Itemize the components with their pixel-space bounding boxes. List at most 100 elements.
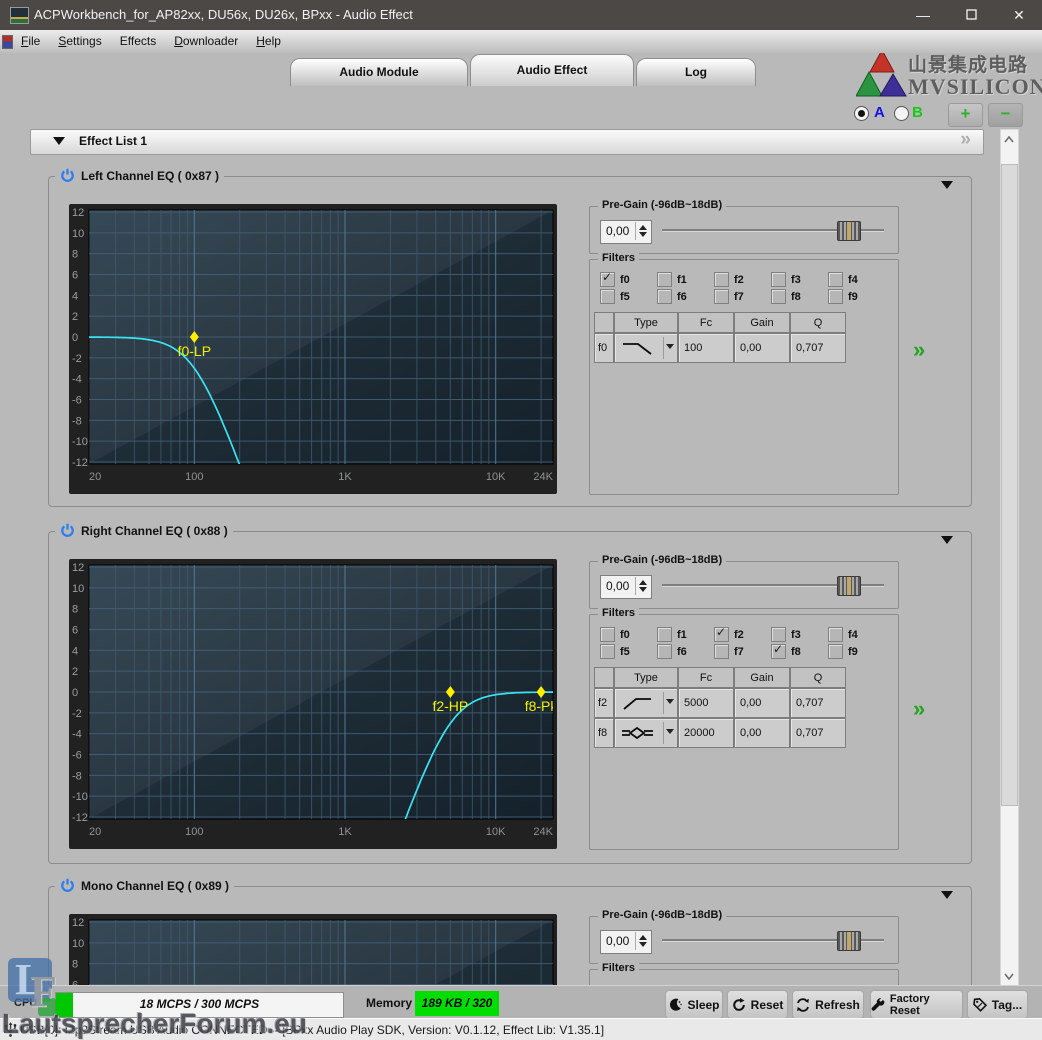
effect-list-chevron-icon[interactable]: »: [960, 129, 969, 151]
spin-up-icon[interactable]: [639, 935, 647, 940]
filter-checkbox-f1[interactable]: f1: [657, 272, 687, 287]
pregain-spinbox[interactable]: 0,00: [600, 575, 652, 599]
reset-button[interactable]: Reset: [727, 990, 788, 1019]
q-value-cell[interactable]: 0,707: [790, 333, 846, 363]
fc-value-cell[interactable]: 20000: [678, 718, 734, 748]
checkbox-unchecked[interactable]: [771, 627, 786, 642]
gain-value-cell[interactable]: 0,00: [734, 718, 790, 748]
checkbox-checked[interactable]: ✓: [600, 272, 615, 287]
tab-log[interactable]: Log: [636, 58, 756, 86]
checkbox-unchecked[interactable]: [771, 272, 786, 287]
menu-item-downloader[interactable]: Downloader: [165, 30, 247, 52]
slider-thumb[interactable]: [837, 576, 861, 596]
menu-item-effects[interactable]: Effects: [111, 30, 165, 52]
checkbox-unchecked[interactable]: [828, 627, 843, 642]
filter-checkbox-f9[interactable]: f9: [828, 289, 858, 304]
chevron-down-icon[interactable]: [666, 699, 674, 704]
refresh-button[interactable]: Refresh: [792, 990, 864, 1019]
checkbox-unchecked[interactable]: [828, 644, 843, 659]
pregain-slider[interactable]: [662, 929, 884, 951]
checkbox-unchecked[interactable]: [657, 272, 672, 287]
pregain-slider[interactable]: [662, 574, 884, 596]
checkbox-unchecked[interactable]: [828, 289, 843, 304]
filter-checkbox-f8[interactable]: f8: [771, 289, 801, 304]
checkbox-unchecked[interactable]: [714, 289, 729, 304]
pregain-spinbox[interactable]: 0,00: [600, 930, 652, 954]
spin-up-icon[interactable]: [639, 225, 647, 230]
eq-graph[interactable]: 121086420-2-4-6-8-10-12201001K10K24Kf2-H…: [69, 559, 557, 849]
filter-checkbox-f7[interactable]: f7: [714, 644, 744, 659]
filter-checkbox-f6[interactable]: f6: [657, 644, 687, 659]
q-value-cell[interactable]: 0,707: [790, 718, 846, 748]
filter-checkbox-f5[interactable]: f5: [600, 289, 630, 304]
power-icon[interactable]: [60, 523, 75, 538]
chevron-down-icon[interactable]: [666, 729, 674, 734]
checkbox-unchecked[interactable]: [600, 644, 615, 659]
sleep-button[interactable]: Sleep: [665, 990, 723, 1019]
apply-button[interactable]: »: [913, 337, 923, 363]
menu-item-file[interactable]: File: [12, 30, 49, 52]
checkbox-unchecked[interactable]: [828, 272, 843, 287]
minimize-button[interactable]: —: [900, 0, 946, 30]
filter-type-dropdown[interactable]: [614, 333, 678, 363]
apply-button[interactable]: »: [913, 696, 923, 722]
filter-checkbox-f0[interactable]: f0: [600, 627, 630, 642]
tag-button[interactable]: Tag...: [967, 990, 1028, 1019]
filter-checkbox-f3[interactable]: f3: [771, 627, 801, 642]
scroll-up-icon[interactable]: [1004, 136, 1014, 143]
checkbox-unchecked[interactable]: [600, 289, 615, 304]
spin-down-icon[interactable]: [639, 942, 647, 947]
radio-b[interactable]: [894, 106, 909, 121]
slider-thumb[interactable]: [837, 221, 861, 241]
panel-collapse-icon[interactable]: [941, 891, 953, 899]
effect-list-header[interactable]: Effect List 1 »: [30, 129, 984, 155]
panel-collapse-icon[interactable]: [941, 181, 953, 189]
checkbox-unchecked[interactable]: [657, 627, 672, 642]
filter-checkbox-f2[interactable]: f2: [714, 272, 744, 287]
eq-graph[interactable]: 121086420-2-4-6-8-10-12201001K10K24Kf0-L…: [69, 204, 557, 494]
spin-down-icon[interactable]: [639, 232, 647, 237]
filter-checkbox-f9[interactable]: f9: [828, 644, 858, 659]
power-icon[interactable]: [60, 878, 75, 893]
filter-checkbox-f0[interactable]: ✓f0: [600, 272, 630, 287]
menu-item-settings[interactable]: Settings: [49, 30, 110, 52]
checkbox-checked[interactable]: ✓: [771, 644, 786, 659]
filter-checkbox-f8[interactable]: ✓f8: [771, 644, 801, 659]
spin-up-icon[interactable]: [639, 580, 647, 585]
scroll-down-icon[interactable]: [1004, 973, 1014, 980]
tab-audio-effect[interactable]: Audio Effect: [470, 54, 634, 86]
radio-a[interactable]: [854, 106, 869, 121]
checkbox-unchecked[interactable]: [714, 644, 729, 659]
factory-reset-button[interactable]: Factory Reset: [870, 990, 963, 1019]
checkbox-unchecked[interactable]: [600, 627, 615, 642]
panel-collapse-icon[interactable]: [941, 536, 953, 544]
checkbox-unchecked[interactable]: [771, 289, 786, 304]
slider-thumb[interactable]: [837, 931, 861, 951]
vertical-scrollbar[interactable]: [1000, 129, 1019, 987]
spin-down-icon[interactable]: [639, 587, 647, 592]
filter-checkbox-f3[interactable]: f3: [771, 272, 801, 287]
pregain-slider[interactable]: [662, 219, 884, 241]
fc-value-cell[interactable]: 100: [678, 333, 734, 363]
gain-value-cell[interactable]: 0,00: [734, 688, 790, 718]
pregain-spin-arrows[interactable]: [635, 577, 650, 595]
checkbox-unchecked[interactable]: [657, 644, 672, 659]
pregain-spin-arrows[interactable]: [635, 222, 650, 240]
radio-b-label[interactable]: B: [912, 104, 923, 121]
power-icon[interactable]: [60, 168, 75, 183]
q-value-cell[interactable]: 0,707: [790, 688, 846, 718]
chevron-down-icon[interactable]: [666, 344, 674, 349]
checkbox-unchecked[interactable]: [714, 272, 729, 287]
filter-checkbox-f6[interactable]: f6: [657, 289, 687, 304]
filter-type-dropdown[interactable]: [614, 718, 678, 748]
filter-checkbox-f1[interactable]: f1: [657, 627, 687, 642]
collapse-triangle-icon[interactable]: [53, 137, 65, 145]
filter-checkbox-f4[interactable]: f4: [828, 627, 858, 642]
close-button[interactable]: ✕: [996, 0, 1042, 30]
maximize-button[interactable]: [948, 0, 994, 30]
tab-audio-module[interactable]: Audio Module: [290, 58, 468, 86]
filter-checkbox-f2[interactable]: ✓f2: [714, 627, 744, 642]
fc-value-cell[interactable]: 5000: [678, 688, 734, 718]
filter-checkbox-f5[interactable]: f5: [600, 644, 630, 659]
filter-checkbox-f7[interactable]: f7: [714, 289, 744, 304]
